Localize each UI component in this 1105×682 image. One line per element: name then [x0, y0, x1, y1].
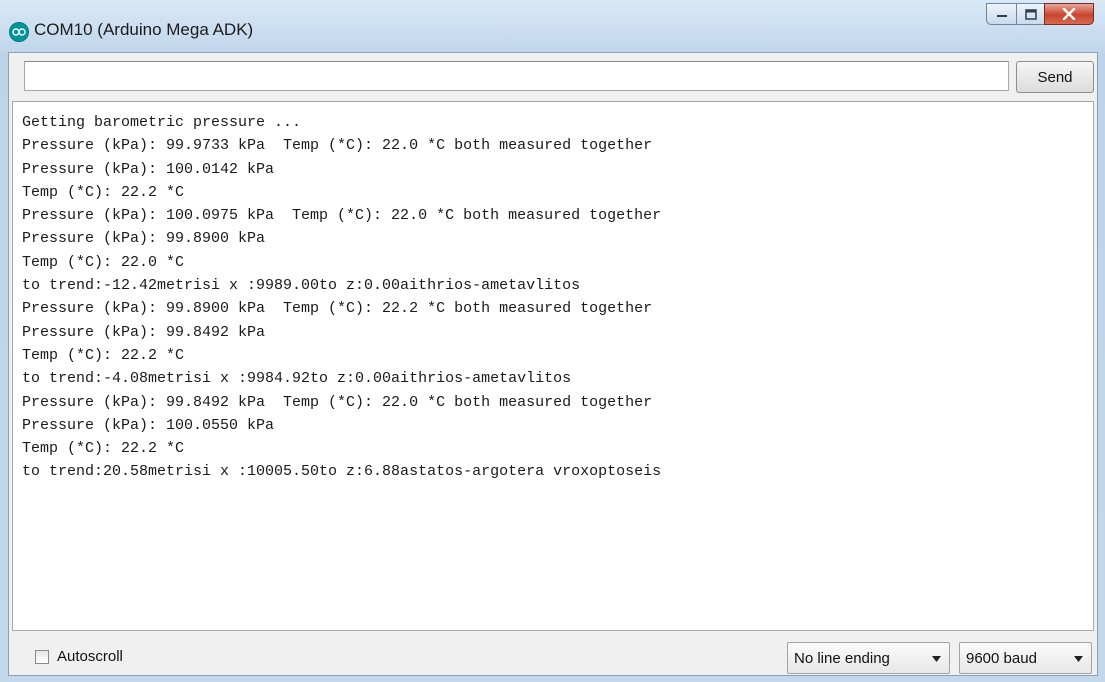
output-line: Pressure (kPa): 99.8492 kPa [22, 323, 266, 341]
output-line: Pressure (kPa): 99.8900 kPa [22, 230, 266, 248]
output-line: Getting barometric pressure ... [22, 114, 302, 131]
minimize-button[interactable] [986, 3, 1016, 25]
output-line: Pressure (kPa): 99.8492 kPa Temp (*C): 2… [22, 393, 653, 411]
maximize-button[interactable] [1016, 3, 1044, 25]
output-line: Temp (*C): 22.0 *C [22, 253, 185, 271]
minimize-icon [996, 15, 1007, 17]
window-controls [986, 3, 1094, 27]
output-line: Pressure (kPa): 100.0142 kPa [22, 160, 275, 178]
serial-monitor-client: Send Getting barometric pressure ... Pre… [8, 52, 1098, 676]
output-line: Pressure (kPa): 100.0975 kPa Temp (*C): … [22, 207, 662, 225]
window-title: COM10 (Arduino Mega ADK) [34, 20, 254, 39]
baud-rate-select[interactable]: 9600 baud [959, 642, 1092, 674]
serial-output[interactable]: Getting barometric pressure ... Pressure… [12, 101, 1094, 631]
close-button[interactable] [1044, 3, 1094, 25]
chevron-down-icon [932, 656, 941, 662]
send-button[interactable]: Send [1016, 61, 1094, 93]
output-line: Temp (*C): 22.2 *C [22, 183, 185, 201]
output-line: to trend:-12.42metrisi x :9989.00to z:0.… [22, 277, 581, 295]
footer-bar: Autoscroll No line ending 9600 baud [9, 638, 1097, 674]
arduino-logo-icon [9, 22, 29, 42]
line-ending-select[interactable]: No line ending [787, 642, 950, 674]
output-line: Pressure (kPa): 100.0550 kPa [22, 416, 275, 434]
output-line: Pressure (kPa): 99.8900 kPa Temp (*C): 2… [22, 300, 653, 318]
send-input[interactable] [24, 61, 1009, 91]
output-line: Temp (*C): 22.2 *C [22, 346, 185, 364]
maximize-icon [1024, 8, 1037, 20]
serial-monitor-window: COM10 (Arduino Mega ADK) Send Getting ba… [0, 0, 1105, 682]
title-bar[interactable]: COM10 (Arduino Mega ADK) [0, 0, 1105, 52]
output-line: Pressure (kPa): 99.9733 kPa Temp (*C): 2… [22, 137, 653, 155]
autoscroll-label[interactable]: Autoscroll [57, 648, 123, 665]
autoscroll-checkbox[interactable] [35, 650, 49, 664]
line-ending-value: No line ending [794, 649, 890, 667]
output-line: Temp (*C): 22.2 *C [22, 440, 185, 458]
output-line: to trend:-4.08metrisi x :9984.92to z:0.0… [22, 370, 572, 388]
output-line: to trend:20.58metrisi x :10005.50to z:6.… [22, 463, 662, 481]
chevron-down-icon [1074, 656, 1083, 662]
baud-rate-value: 9600 baud [966, 649, 1037, 667]
close-icon [1062, 8, 1076, 20]
